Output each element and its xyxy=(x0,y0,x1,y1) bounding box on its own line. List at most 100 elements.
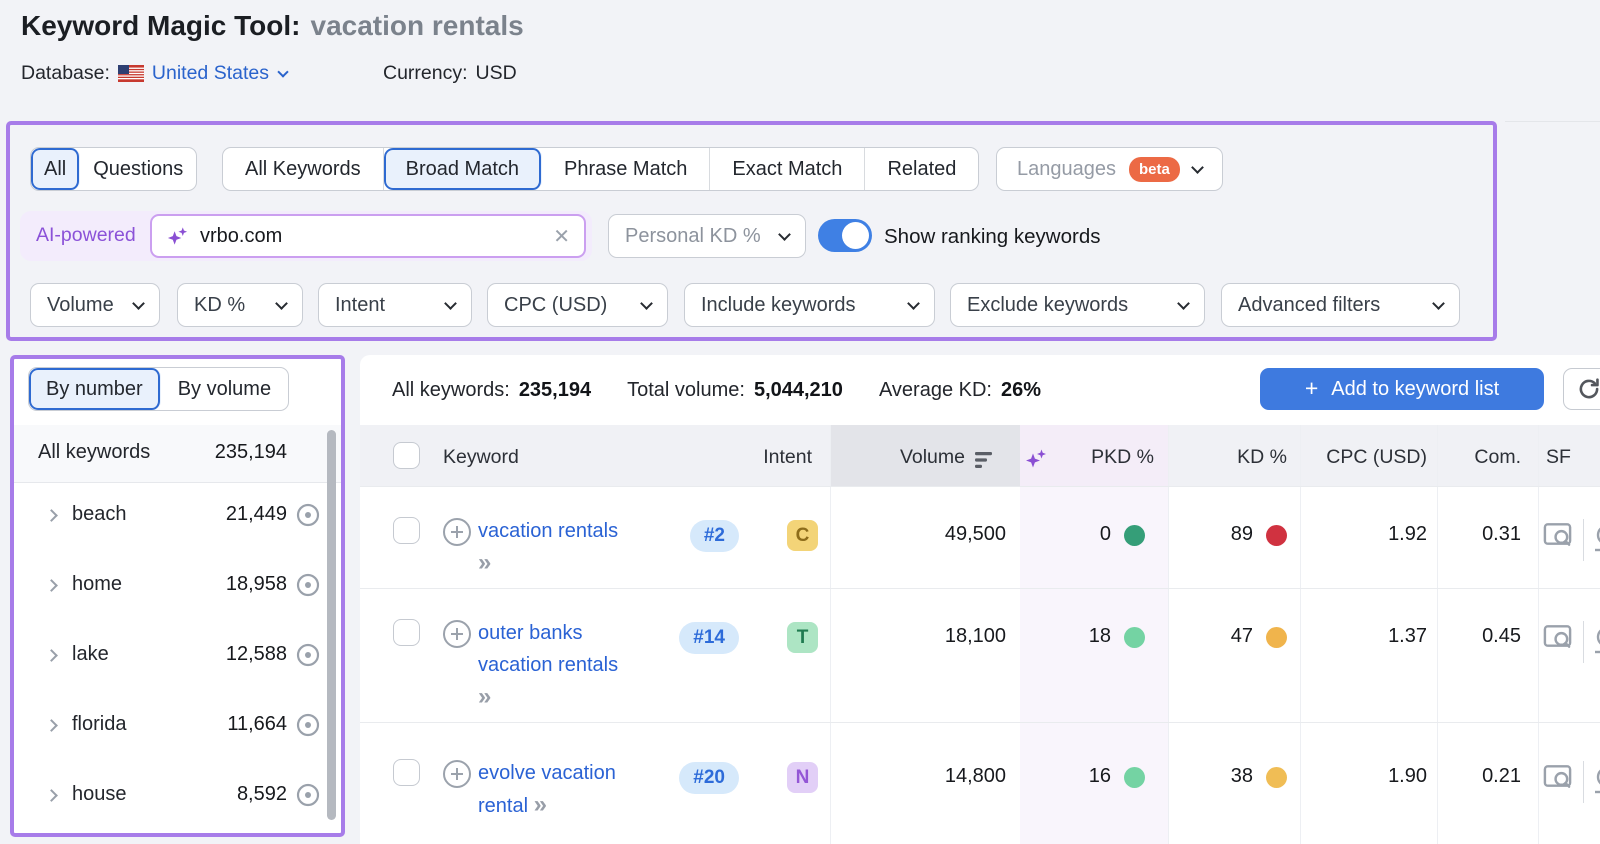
database-value: United States xyxy=(151,62,269,84)
tab-all-keywords[interactable]: All Keywords xyxy=(223,148,384,190)
show-ranking-keywords-toggle[interactable] xyxy=(818,219,872,252)
add-keyword-icon[interactable] xyxy=(442,759,472,794)
keyword-link[interactable]: vacation rentals xyxy=(478,520,618,542)
eye-icon[interactable] xyxy=(295,502,321,533)
sidebar-scrollbar[interactable] xyxy=(327,430,336,820)
expand-keyword-icon[interactable]: » xyxy=(534,791,547,818)
table-row: evolve vacation rental » #20 N 14,800 16 38 1.… xyxy=(360,722,1600,844)
column-header-volume[interactable]: Volume xyxy=(840,446,965,469)
sidebar-group-lake[interactable]: lake 12,588 xyxy=(14,622,341,692)
row-checkbox[interactable] xyxy=(393,619,420,646)
column-header-kd[interactable]: KD % xyxy=(1187,446,1287,469)
tab-exact-match[interactable]: Exact Match xyxy=(710,148,866,190)
currency-label: Currency: xyxy=(382,62,468,84)
intent-badge: N xyxy=(787,762,818,793)
us-flag-icon xyxy=(117,65,144,82)
filter-label: KD % xyxy=(194,293,246,316)
pkd-dot xyxy=(1124,767,1145,788)
serp-features-icon[interactable] xyxy=(1542,521,1573,554)
column-header-sf[interactable]: SF xyxy=(1546,446,1580,469)
pkd-sparkle-icon xyxy=(1024,447,1048,476)
filter-intent[interactable]: Intent xyxy=(318,283,472,327)
sidebar-group-house[interactable]: house 8,592 xyxy=(14,762,341,832)
filter-include-keywords[interactable]: Include keywords xyxy=(684,283,935,327)
sidebar-group-beach[interactable]: beach 21,449 xyxy=(14,482,341,552)
plus-icon: + xyxy=(1304,374,1319,401)
rank-badge: #2 xyxy=(689,520,739,552)
personal-kd-dropdown[interactable]: Personal KD % xyxy=(608,214,806,258)
chevron-right-icon xyxy=(45,719,58,732)
tab-phrase-match[interactable]: Phrase Match xyxy=(542,148,711,190)
group-count: 11,664 xyxy=(227,713,287,735)
filter-volume[interactable]: Volume xyxy=(30,283,160,327)
group-label: house xyxy=(72,783,127,805)
keyword-link[interactable]: outer banks vacation rentals xyxy=(478,622,618,676)
clipped-action-icon xyxy=(1593,765,1600,800)
add-keyword-icon[interactable] xyxy=(442,517,472,552)
eye-icon[interactable] xyxy=(295,782,321,813)
add-to-keyword-list-label: Add to keyword list xyxy=(1331,377,1500,400)
chevron-down-icon xyxy=(1177,296,1190,310)
summary-all-keywords-label: All keywords: xyxy=(392,378,510,401)
expand-keyword-icon[interactable]: » xyxy=(478,549,491,576)
sidebar-group-home[interactable]: home 18,958 xyxy=(14,552,341,622)
eye-icon[interactable] xyxy=(295,642,321,673)
summary-stats: All keywords: 235,194 Total volume: 5,04… xyxy=(392,355,1041,425)
refresh-button[interactable] xyxy=(1563,368,1600,410)
clear-search-icon[interactable]: ✕ xyxy=(553,224,570,249)
serp-features-icon[interactable] xyxy=(1542,763,1573,796)
add-keyword-icon[interactable] xyxy=(442,619,472,654)
group-label: lake xyxy=(72,643,109,665)
row-checkbox[interactable] xyxy=(393,759,420,786)
chevron-down-icon xyxy=(275,296,288,310)
chevron-down-icon xyxy=(640,296,653,310)
column-header-cpc[interactable]: CPC (USD) xyxy=(1307,446,1427,469)
chevron-down-icon xyxy=(277,65,289,78)
database-select[interactable]: United States xyxy=(151,62,289,85)
serp-rank-cell: #14 xyxy=(663,622,739,654)
kd-value: 38 xyxy=(1230,765,1253,787)
sidebar-group-florida[interactable]: florida 11,664 xyxy=(14,692,341,762)
filter-cpc-usd[interactable]: CPC (USD) xyxy=(487,283,668,327)
rank-badge: #20 xyxy=(679,762,739,794)
summary-total-volume-value: 5,044,210 xyxy=(753,378,843,401)
tab-questions[interactable]: Questions xyxy=(80,148,196,190)
chevron-down-icon xyxy=(132,296,145,310)
kd-value: 89 xyxy=(1230,523,1253,545)
intent-badge: C xyxy=(787,520,818,551)
filter-exclude-keywords[interactable]: Exclude keywords xyxy=(950,283,1205,327)
volume-value: 14,800 xyxy=(944,765,1006,787)
tab-all[interactable]: All xyxy=(31,148,81,190)
serp-features-icon[interactable] xyxy=(1542,623,1573,656)
add-to-keyword-list-button[interactable]: + Add to keyword list xyxy=(1260,368,1544,410)
expand-keyword-icon[interactable]: » xyxy=(478,683,491,710)
column-header-keyword[interactable]: Keyword xyxy=(443,446,519,469)
languages-dropdown[interactable]: Languages beta xyxy=(996,147,1223,191)
column-header-com[interactable]: Com. xyxy=(1441,446,1521,469)
languages-label: Languages xyxy=(1017,157,1116,180)
group-count: 12,588 xyxy=(225,643,287,665)
chevron-down-icon xyxy=(907,296,920,310)
keyword-search-input[interactable]: vrbo.com ✕ xyxy=(150,214,586,258)
eye-icon[interactable] xyxy=(295,572,321,603)
beta-badge: beta xyxy=(1128,156,1180,182)
filter-label: Include keywords xyxy=(701,293,856,316)
sort-descending-icon[interactable] xyxy=(975,451,999,474)
page-title-main: Keyword Magic Tool: xyxy=(21,10,301,41)
filter-advanced-filters[interactable]: Advanced filters xyxy=(1221,283,1460,327)
eye-icon[interactable] xyxy=(295,712,321,743)
com-value: 0.31 xyxy=(1482,523,1521,545)
database-row: Database: United States Currency: USD xyxy=(21,62,517,85)
filter-kd[interactable]: KD % xyxy=(177,283,303,327)
pkd-dot xyxy=(1124,525,1145,546)
select-all-checkbox[interactable] xyxy=(393,442,420,469)
page-title-query: vacation rentals xyxy=(310,10,524,41)
chevron-down-icon xyxy=(778,227,791,241)
row-checkbox[interactable] xyxy=(393,517,420,544)
pkd-value: 16 xyxy=(1088,765,1111,787)
tab-related[interactable]: Related xyxy=(865,148,978,190)
column-header-pkd[interactable]: PKD % xyxy=(1054,446,1154,469)
column-header-intent[interactable]: Intent xyxy=(752,446,812,469)
keyword-groups-sidebar: By number By volume All keywords 235,194 … xyxy=(10,355,345,837)
tab-broad-match[interactable]: Broad Match xyxy=(383,148,542,190)
